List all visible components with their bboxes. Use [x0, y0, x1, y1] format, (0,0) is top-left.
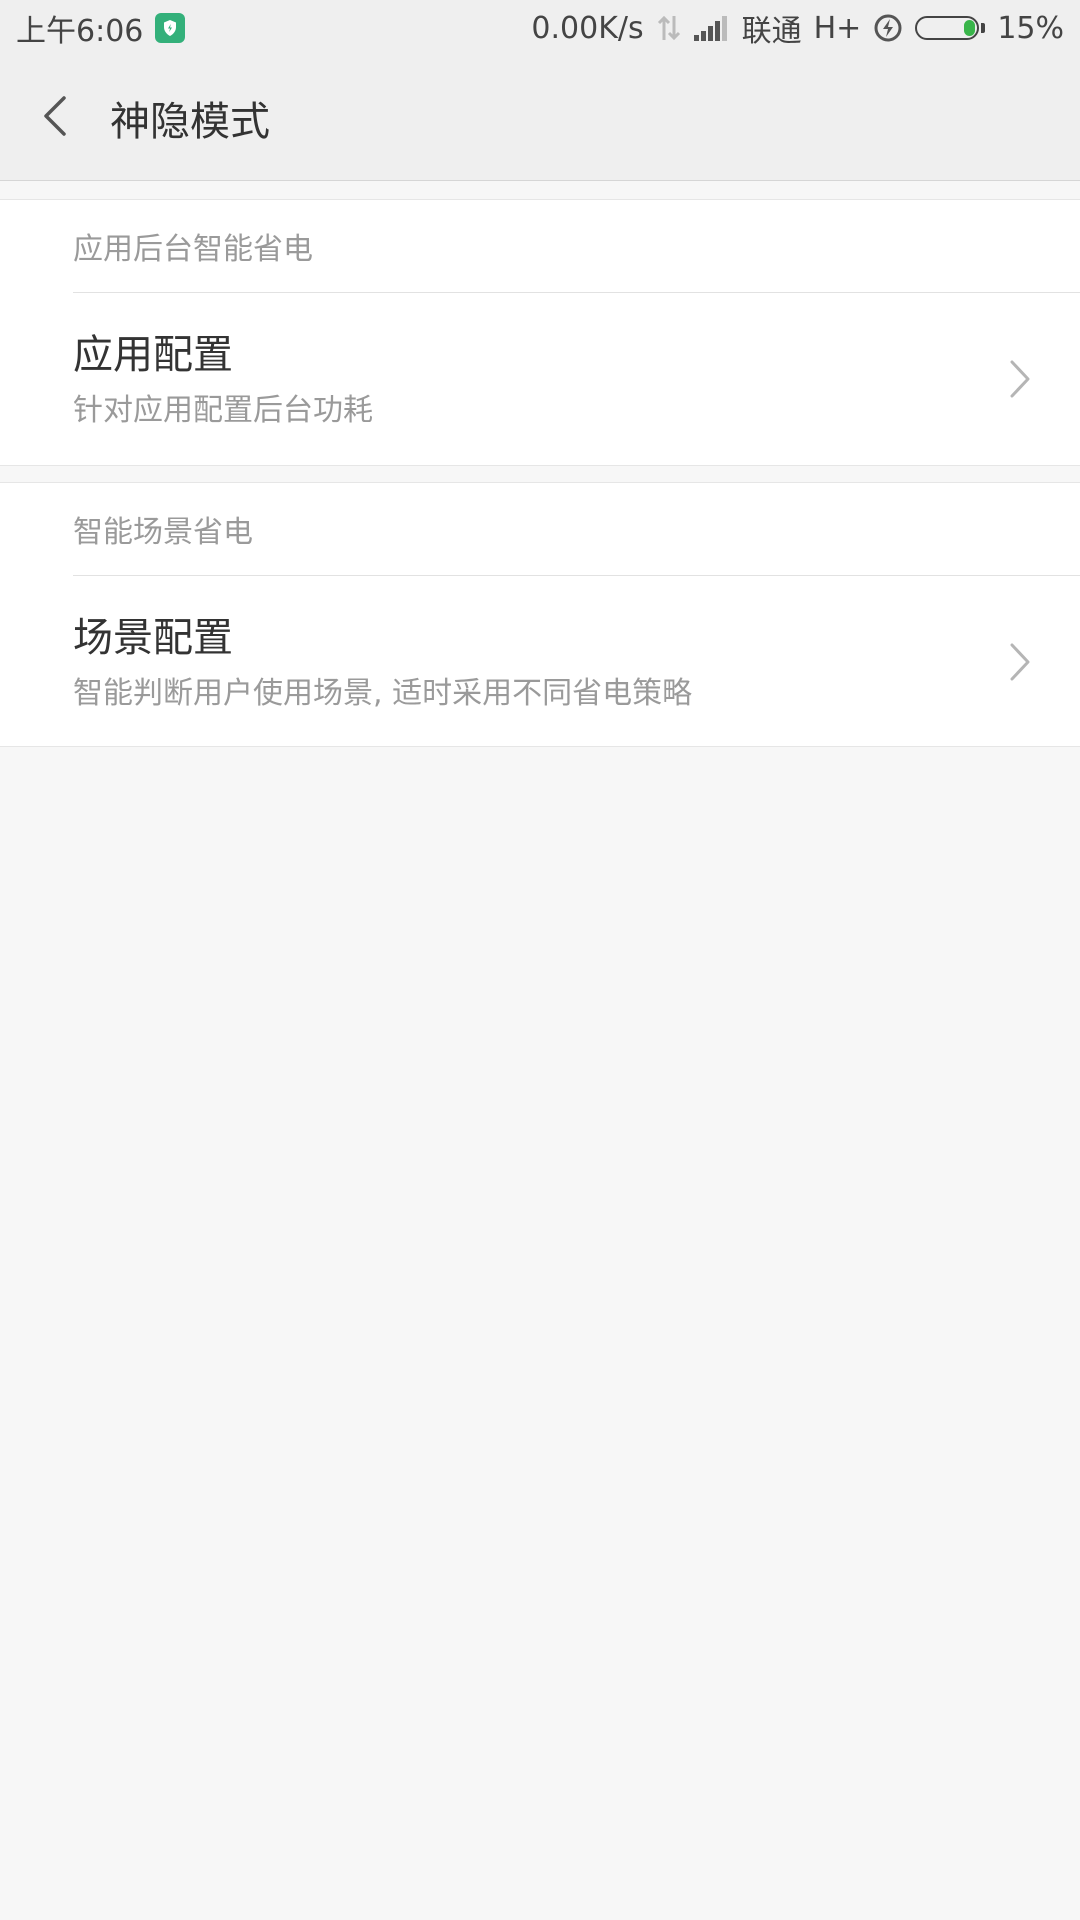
- status-right: 0.00K/s 联通 H+ 15%: [531, 6, 1064, 50]
- list-item-app-config[interactable]: 应用配置 针对应用配置后台功耗: [0, 293, 1080, 465]
- section-header: 智能场景省电: [73, 515, 253, 550]
- item-subtitle: 智能判断用户使用场景, 适时采用不同省电策略: [73, 676, 693, 711]
- data-arrows-icon: [656, 14, 682, 42]
- top-area: 上午6:06 0.00K/s 联通 H+ 15% 神隐模式: [0, 0, 1080, 181]
- item-title: 应用配置: [73, 332, 233, 378]
- item-subtitle: 针对应用配置后台功耗: [73, 393, 373, 428]
- status-left: 上午6:06: [16, 6, 186, 50]
- battery-percent: 15%: [997, 10, 1064, 46]
- chevron-right-icon: [1000, 632, 1040, 692]
- battery-fill: [964, 20, 976, 36]
- shield-icon: [155, 13, 186, 43]
- section-app-power: 应用后台智能省电 应用配置 针对应用配置后台功耗: [0, 199, 1080, 466]
- page-title: 神隐模式: [110, 99, 270, 145]
- battery-tip: [981, 23, 986, 33]
- list-item-scene-config[interactable]: 场景配置 智能判断用户使用场景, 适时采用不同省电策略: [0, 576, 1080, 748]
- item-text: 应用配置 针对应用配置后台功耗: [73, 329, 373, 429]
- section-header: 应用后台智能省电: [73, 232, 313, 267]
- network-type: H+: [813, 10, 862, 46]
- network-speed: 0.00K/s: [531, 10, 644, 46]
- item-text: 场景配置 智能判断用户使用场景, 适时采用不同省电策略: [73, 612, 692, 712]
- chevron-left-icon: [42, 94, 68, 142]
- chevron-right-icon: [1000, 349, 1040, 409]
- title-bar: 神隐模式: [0, 56, 1080, 180]
- battery-icon: [915, 16, 986, 40]
- battery-body: [915, 16, 980, 40]
- carrier-name: 联通: [741, 14, 802, 49]
- charging-icon: [873, 13, 903, 43]
- section-scene-power: 智能场景省电 场景配置 智能判断用户使用场景, 适时采用不同省电策略: [0, 482, 1080, 747]
- status-bar: 上午6:06 0.00K/s 联通 H+ 15%: [0, 0, 1080, 56]
- status-time: 上午6:06: [16, 14, 144, 49]
- item-title: 场景配置: [73, 615, 233, 661]
- back-button[interactable]: [0, 56, 110, 180]
- signal-icon: [693, 15, 730, 41]
